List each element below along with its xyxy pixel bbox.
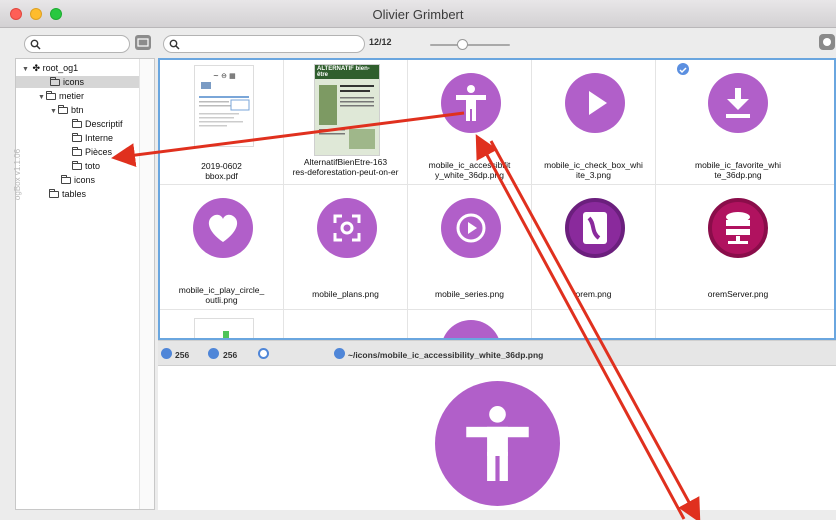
tree-item-label: toto [85, 161, 101, 171]
document-thumbnail [194, 318, 254, 338]
play-circle-icon [441, 198, 501, 258]
tree-item-icons[interactable]: icons [16, 76, 141, 88]
result-count: 12/12 [369, 37, 392, 47]
path-icon [334, 348, 345, 359]
image-preview [158, 366, 836, 510]
width-icon [161, 348, 172, 359]
grid-item[interactable] [408, 310, 532, 338]
folder-icon [72, 161, 82, 170]
magazine-thumbnail: ALTERNATIF bien-être [314, 64, 380, 156]
grid-item-caption: orem.png [575, 289, 612, 299]
play-icon [565, 73, 625, 133]
grid-item[interactable]: ~ ⊖ ▦ 2019-0602 bbox.pdf [160, 60, 284, 185]
disclosure-open-icon[interactable]: ▼ [22, 64, 30, 76]
tree-item-label: btn [71, 105, 84, 115]
grid-item[interactable]: mobile_ic_favorite_whi te_36dp.png [656, 60, 834, 185]
new-folder-button[interactable] [135, 35, 151, 50]
tree-item-label: icons [74, 175, 96, 185]
tree-item-pieces[interactable]: Pièces [72, 146, 112, 158]
window-title: Olivier Grimbert [372, 7, 464, 22]
tree-item-label: Descriptif [85, 119, 123, 129]
accessibility-icon-large [435, 381, 560, 506]
grid-item[interactable]: mobile_plans.png [284, 185, 408, 310]
image-width: 256 [175, 350, 190, 360]
grid-item-caption: mobile_ic_check_box_whi ite_3.png [544, 160, 643, 180]
grid-item[interactable] [532, 310, 656, 338]
tree-item-btn[interactable]: ▼ btn [50, 104, 84, 116]
tree-item-label: icons [63, 77, 85, 87]
tree-item-tables[interactable]: tables [49, 188, 86, 200]
tree-item-label: tables [62, 189, 87, 199]
orem-logo-icon [565, 198, 625, 258]
grid-item[interactable]: mobile_series.png [408, 185, 532, 310]
grid-item-caption: oremServer.png [707, 289, 769, 299]
grid-item[interactable]: mobile_ic_check_box_whi ite_3.png [532, 60, 656, 185]
disclosure-open-icon[interactable]: ▼ [38, 92, 46, 104]
accessibility-icon [441, 73, 501, 133]
tree-item-metier[interactable]: ▼ metier [38, 90, 84, 102]
grid-item[interactable]: oremServer.png [656, 185, 834, 310]
folder-icon [46, 91, 56, 100]
tree-item-toto[interactable]: toto [72, 160, 100, 172]
search-icon [169, 39, 180, 50]
tree-item-label: root_og1 [42, 63, 79, 73]
tree-item-label: metier [59, 91, 85, 101]
grid-item[interactable]: mobile_ic_play_circle_ outli.png [160, 185, 284, 310]
folder-icon [72, 133, 82, 142]
grid-item-caption: mobile_ic_play_circle_ outli.png [178, 285, 265, 305]
folder-icon [49, 189, 59, 198]
folder-icon [58, 105, 68, 114]
search-icon [30, 39, 41, 50]
window-bottom-edge [0, 510, 836, 520]
download-icon [708, 73, 768, 133]
title-bar: Olivier Grimbert [0, 0, 836, 28]
slider-thumb[interactable] [457, 39, 468, 50]
grid-item-caption: mobile_ic_favorite_whi te_36dp.png [695, 160, 781, 180]
tree-item-interne[interactable]: Interne [72, 132, 113, 144]
purple-icon [441, 320, 501, 338]
heart-icon [193, 198, 253, 258]
svg-text:~ ⊖ ▦: ~ ⊖ ▦ [213, 72, 236, 80]
folder-icon [61, 175, 71, 184]
grid-item-caption: mobile_series.png [435, 289, 504, 299]
folder-icon [50, 77, 60, 86]
sidebar-scrollbar[interactable] [139, 59, 154, 509]
thumbnail-size-slider[interactable] [430, 44, 510, 46]
tree-item-descriptif[interactable]: Descriptif [72, 118, 123, 130]
tree-item-label: Interne [85, 133, 114, 143]
file-path: ~/icons/mobile_ic_accessibility_white_36… [348, 350, 544, 360]
sidebar-tree[interactable]: ▼ ✤ root_og1 icons ▼ metier ▼ btn Descript… [15, 58, 155, 510]
thumbnail-grid[interactable]: ~ ⊖ ▦ 2019-0602 bbox.pdf ALTERNATIF bien-… [158, 58, 836, 340]
root-tree-icon: ✤ [32, 63, 41, 73]
grid-item-caption: 2019-0602 bbox.pdf [201, 161, 242, 181]
tree-item-label: Pièces [85, 147, 113, 157]
tree-item-icons-2[interactable]: icons [61, 174, 95, 186]
grid-item-caption: AlternatifBienEtre-163 res-deforestation-… [292, 157, 399, 177]
tree-item-root[interactable]: ▼ ✤ root_og1 [22, 62, 78, 74]
server-database-icon [708, 198, 768, 258]
disclosure-open-icon[interactable]: ▼ [50, 106, 58, 118]
version-label: ogBox v1.1.06 [13, 148, 23, 201]
sidebar-search-input[interactable] [24, 35, 130, 53]
reveal-icon[interactable] [258, 348, 269, 359]
main-search-input[interactable] [163, 35, 365, 53]
height-icon [208, 348, 219, 359]
image-height: 256 [223, 350, 238, 360]
magazine-masthead: ALTERNATIF bien-être [315, 65, 379, 79]
pdf-thumbnail: ~ ⊖ ▦ [194, 65, 254, 147]
grid-item[interactable]: ALTERNATIF bien-être AlternatifBienEtre-… [284, 60, 408, 185]
app-window: Olivier Grimbert ▼ ✤ root_og1 icons ▼ met… [0, 0, 836, 520]
grid-item[interactable]: orem.png [532, 185, 656, 310]
folder-icon [137, 38, 149, 47]
grid-item-selected[interactable]: mobile_ic_accessibilit y_white_36dp.png [408, 60, 532, 185]
focus-scan-icon [317, 198, 377, 258]
grid-item-caption: mobile_plans.png [312, 289, 379, 299]
grid-item[interactable] [160, 310, 284, 338]
grid-item[interactable] [284, 310, 408, 338]
options-button[interactable] [819, 34, 835, 50]
status-bar: 256 256 ~/icons/mobile_ic_accessibility_… [158, 340, 836, 366]
folder-icon [72, 119, 82, 128]
folder-icon [72, 147, 82, 156]
grid-item-caption: mobile_ic_accessibilit y_white_36dp.png [428, 160, 511, 180]
